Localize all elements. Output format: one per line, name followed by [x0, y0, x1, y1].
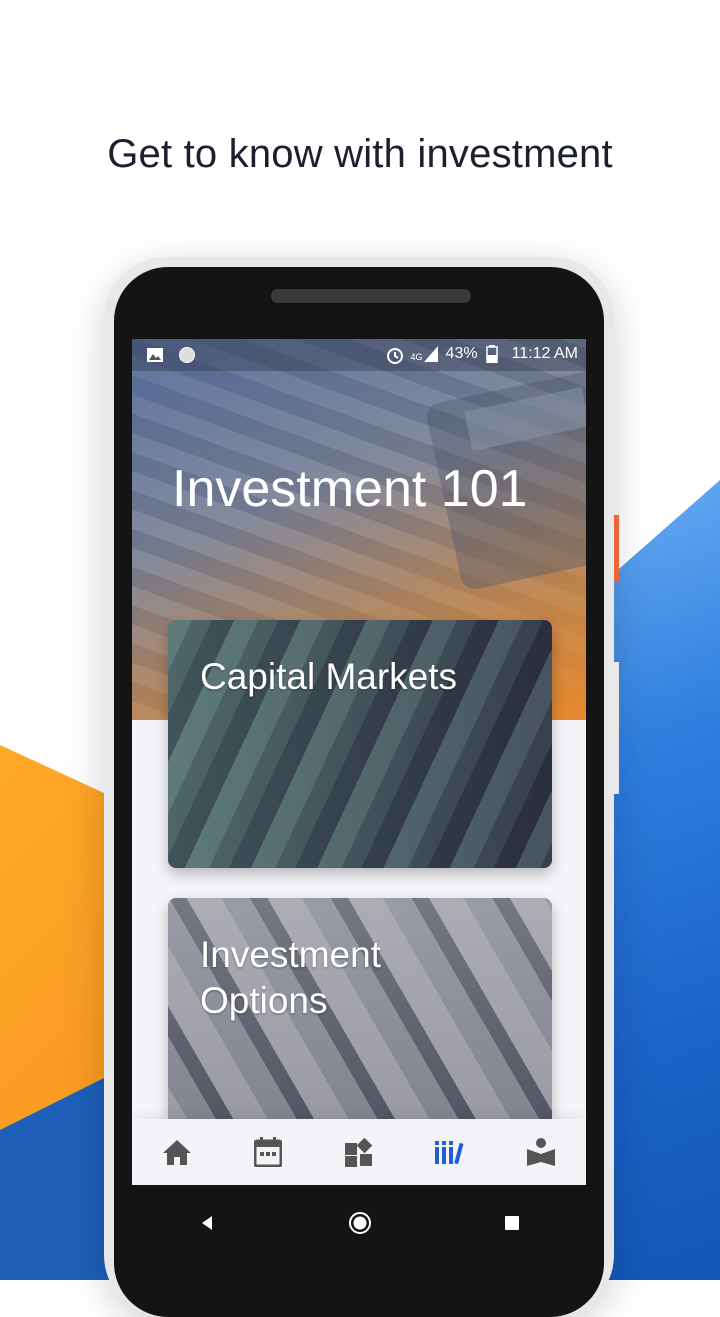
- bottom-navigation: [132, 1119, 586, 1185]
- nav-home[interactable]: [157, 1132, 197, 1172]
- home-circle-icon[interactable]: [348, 1211, 372, 1240]
- phone-volume-button: [614, 662, 619, 794]
- hero-title: Investment 101: [172, 460, 528, 518]
- phone-power-button: [614, 515, 619, 581]
- nav-calendar[interactable]: [248, 1132, 288, 1172]
- capital-markets-card[interactable]: Capital Markets: [168, 620, 552, 868]
- battery-icon: [485, 345, 504, 364]
- recents-icon[interactable]: [503, 1214, 521, 1237]
- image-icon: [146, 346, 164, 364]
- phone-speaker: [271, 289, 471, 303]
- calendar-icon: [254, 1137, 283, 1167]
- app-screen: Investment 101 4G 43% 11:12 AM Capital M…: [132, 339, 586, 1185]
- nav-library[interactable]: [430, 1132, 470, 1172]
- back-icon[interactable]: [197, 1213, 217, 1238]
- clock: 11:12 AM: [511, 345, 578, 362]
- signal-icon: [423, 346, 438, 362]
- page-headline: Get to know with investment: [107, 132, 613, 176]
- nav-dashboard[interactable]: [339, 1132, 379, 1172]
- status-bar: 4G 43% 11:12 AM: [132, 339, 586, 371]
- card-title: Investment Options: [200, 934, 381, 1021]
- network-type: 4G: [410, 352, 423, 362]
- dashboard-icon: [344, 1137, 373, 1167]
- card-title: Capital Markets: [200, 656, 458, 697]
- reader-icon: [526, 1138, 555, 1166]
- investment-options-card[interactable]: Investment Options: [168, 898, 552, 1146]
- alarm-icon: [385, 345, 403, 364]
- circle-notification-icon: [178, 346, 196, 364]
- battery-percent: 43%: [445, 345, 478, 362]
- library-icon: [434, 1141, 464, 1165]
- network-indicator: 4G: [411, 346, 438, 362]
- home-icon: [163, 1140, 192, 1165]
- nav-reader[interactable]: [521, 1132, 561, 1172]
- system-navigation: [132, 1185, 586, 1265]
